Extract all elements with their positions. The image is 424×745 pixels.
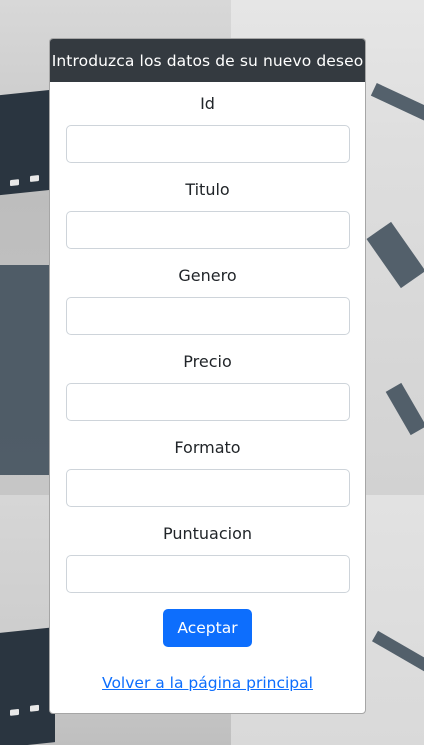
- back-to-home-link[interactable]: Volver a la página principal: [102, 674, 313, 692]
- wish-form: Id Titulo Genero Precio Formato Puntuaci…: [50, 91, 365, 692]
- field-titulo: Titulo: [66, 177, 350, 249]
- form-title: Introduzca los datos de su nuevo deseo: [51, 51, 364, 70]
- field-id: Id: [66, 91, 350, 163]
- film-strip: [0, 265, 50, 475]
- formato-label: Formato: [174, 438, 241, 457]
- film-strip: [0, 627, 55, 745]
- field-precio: Precio: [66, 349, 350, 421]
- id-input[interactable]: [66, 125, 350, 163]
- puntuacion-input[interactable]: [66, 555, 350, 593]
- id-label: Id: [200, 94, 215, 113]
- formato-input[interactable]: [66, 469, 350, 507]
- puntuacion-label: Puntuacion: [162, 524, 253, 543]
- genero-input[interactable]: [66, 297, 350, 335]
- titulo-label: Titulo: [185, 180, 230, 199]
- submit-row: Aceptar: [66, 609, 349, 647]
- precio-input[interactable]: [66, 383, 350, 421]
- field-genero: Genero: [66, 263, 350, 335]
- aceptar-button[interactable]: Aceptar: [163, 609, 252, 647]
- new-wish-form-card: Introduzca los datos de su nuevo deseo I…: [49, 38, 366, 714]
- titulo-input[interactable]: [66, 211, 350, 249]
- card-header: Introduzca los datos de su nuevo deseo: [50, 39, 365, 82]
- genero-label: Genero: [178, 266, 237, 285]
- field-puntuacion: Puntuacion: [66, 521, 350, 593]
- link-row: Volver a la página principal: [66, 673, 349, 692]
- field-formato: Formato: [66, 435, 350, 507]
- precio-label: Precio: [183, 352, 232, 371]
